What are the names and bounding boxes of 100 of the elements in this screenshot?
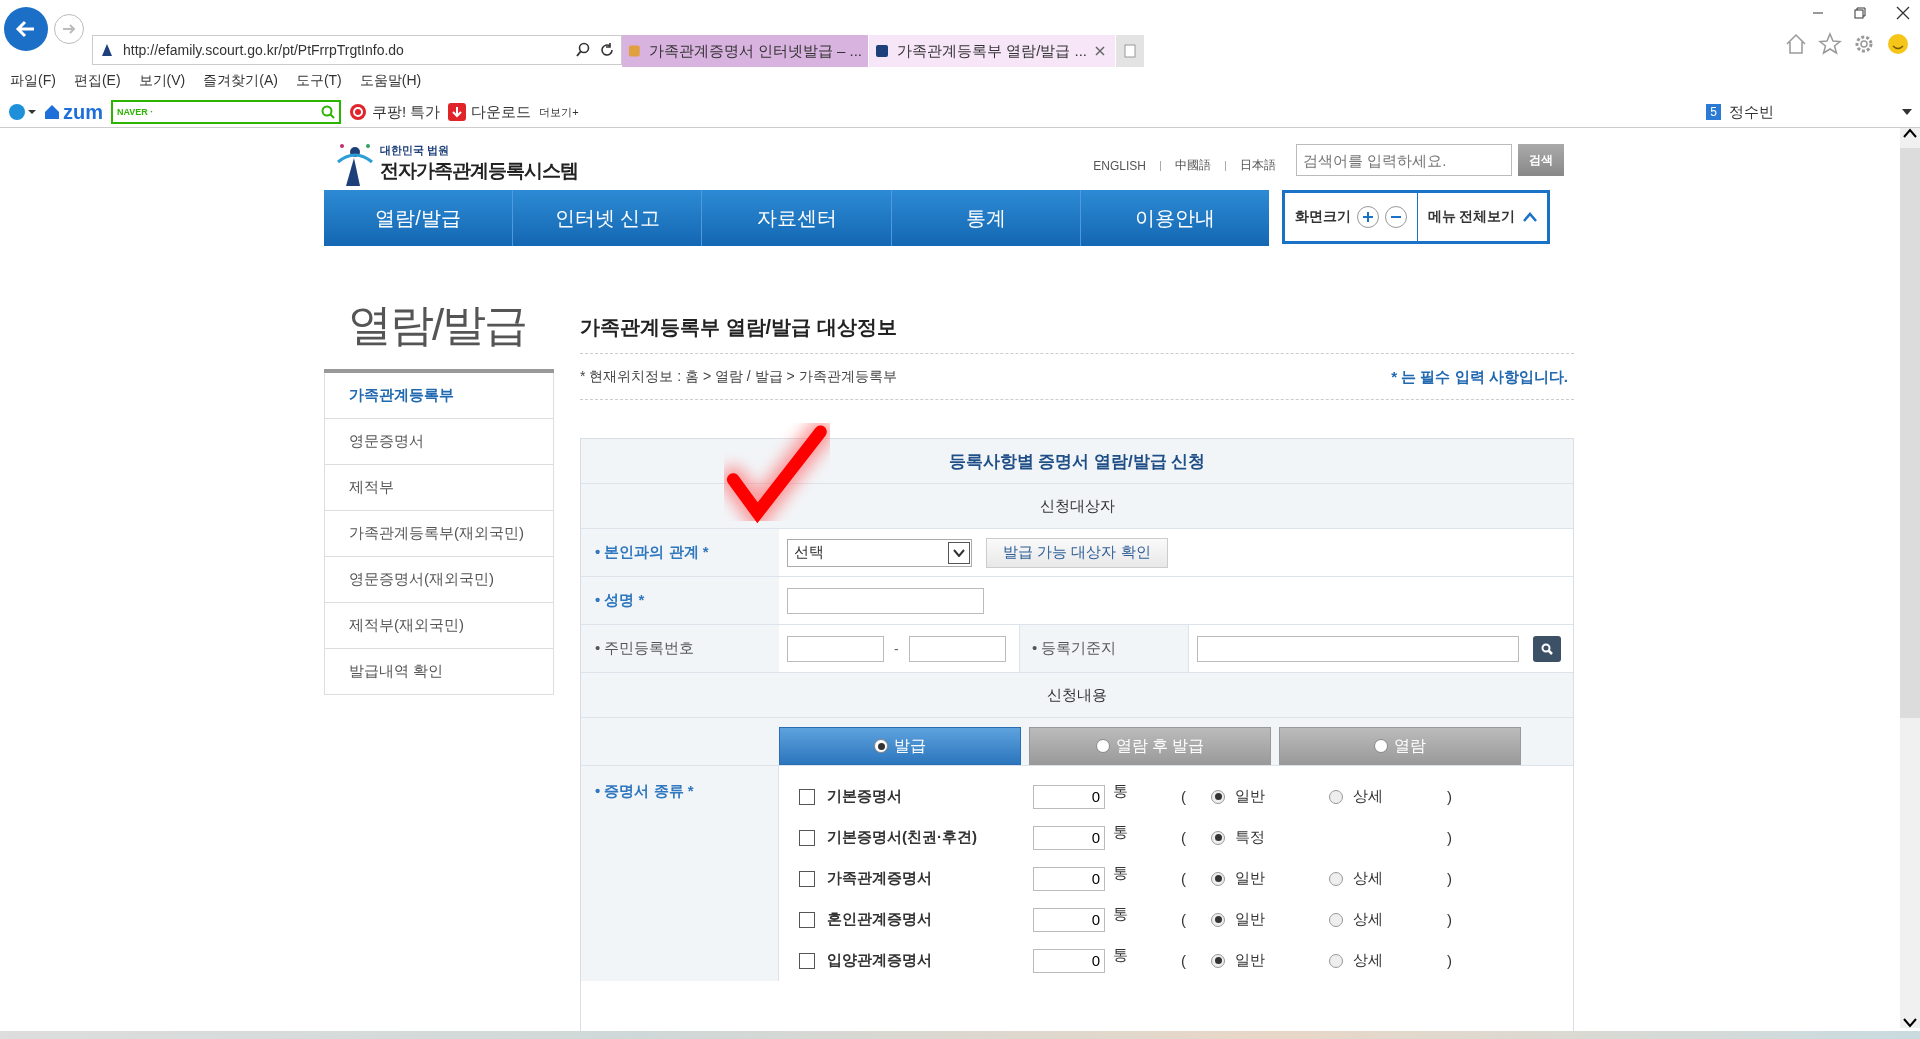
separator-dash: - <box>894 640 899 657</box>
field-label: • 주민등록번호 <box>581 625 779 672</box>
toolbar-link[interactable]: 쿠팡! 특가 <box>349 102 441 122</box>
section-title: 열람/발급 <box>324 296 554 373</box>
bracket: ( <box>1181 952 1187 969</box>
radio-button[interactable] <box>1211 871 1225 886</box>
copies-field[interactable]: 0 <box>1033 825 1105 850</box>
check-eligible-button[interactable]: 발급 가능 대상자 확인 <box>986 537 1168 568</box>
bracket: ) <box>1447 911 1452 928</box>
option-label: 일반 <box>1235 869 1265 888</box>
id-number-field[interactable] <box>908 635 1006 662</box>
radio-button[interactable] <box>1329 789 1343 804</box>
page-heading: 가족관계등록부 열람/발급 대상정보 <box>580 296 1574 354</box>
page-icon <box>99 42 115 58</box>
copies-field[interactable]: 0 <box>1033 784 1105 809</box>
browser-tab[interactable]: 가족관계증명서 인터넷발급 – ... <box>622 35 869 67</box>
scroll-down-icon[interactable] <box>1903 1018 1917 1028</box>
nav-item[interactable]: 열람/발급 <box>324 190 514 246</box>
sidebar-item[interactable]: 영문증명서 <box>324 419 554 465</box>
option-label: 상세 <box>1353 869 1383 888</box>
option-label: 일반 <box>1235 910 1265 929</box>
address-bar[interactable]: http://efamily.scourt.go.kr/pt/PtFrrpTrgtInfo.do <box>92 35 622 65</box>
required-note: * 는 필수 입력 사항입니다. <box>1391 368 1568 387</box>
zoom-out-button[interactable] <box>1385 206 1407 228</box>
radio-button[interactable] <box>1329 912 1343 927</box>
checkbox[interactable] <box>799 952 815 969</box>
browser-tab[interactable]: 가족관계등록부 열람/발급 ... <box>869 35 1116 67</box>
radio-button[interactable] <box>1211 953 1225 968</box>
radio-button[interactable] <box>1329 953 1343 968</box>
mode-tab[interactable]: 발급 <box>779 727 1021 765</box>
toolbar-link[interactable]: 다운로드 <box>448 102 532 122</box>
toolbar-link[interactable]: 더보기+ <box>539 104 579 120</box>
menu-item[interactable]: 즐겨찾기(A) <box>203 72 278 94</box>
registration-base-field[interactable] <box>1197 635 1519 662</box>
radio-button[interactable] <box>1211 789 1225 804</box>
sidebar-item[interactable]: 제적부 <box>324 465 554 511</box>
nav-item[interactable]: 자료센터 <box>702 190 892 246</box>
copies-field[interactable]: 0 <box>1033 866 1105 891</box>
bracket: ) <box>1447 788 1452 805</box>
menu-item[interactable]: 도움말(H) <box>359 72 422 94</box>
radio-button[interactable] <box>1211 912 1225 927</box>
unit-label: 통 <box>1112 946 1129 965</box>
menu-item[interactable]: 파일(F) <box>10 72 56 94</box>
checkbox[interactable] <box>799 788 815 805</box>
page-icon <box>875 44 889 58</box>
restore-icon[interactable] <box>1854 7 1866 19</box>
menu-item[interactable]: 보기(V) <box>138 72 186 94</box>
radio-button[interactable] <box>1211 830 1225 845</box>
page-icon <box>628 44 641 58</box>
sidebar-item[interactable]: 제적부(재외국민) <box>324 603 554 649</box>
site-logo-title[interactable]: 전자가족관계등록시스템 <box>380 157 578 184</box>
nav-item[interactable]: 통계 <box>891 190 1081 246</box>
id-number-field[interactable] <box>787 635 884 662</box>
zum-logo[interactable]: zum <box>44 100 103 124</box>
menu-item[interactable]: 도구(T) <box>295 72 342 94</box>
search-icon[interactable] <box>575 42 591 58</box>
sidebar-item[interactable]: 영문증명서(재외국민) <box>324 557 554 603</box>
unit-label: 통 <box>1112 823 1129 842</box>
smiley-icon[interactable] <box>1886 32 1910 56</box>
relation-dropdown[interactable]: 선택 <box>787 538 972 567</box>
radio-button[interactable] <box>1329 871 1343 886</box>
search-button[interactable] <box>1533 635 1561 662</box>
checkbox[interactable] <box>799 829 815 846</box>
sidebar-item[interactable]: 가족관계등록부(재외국민) <box>324 511 554 557</box>
unit-label: 통 <box>1112 864 1129 883</box>
download-icon <box>448 103 467 121</box>
copies-field[interactable]: 0 <box>1033 948 1105 973</box>
zoom-in-button[interactable] <box>1357 206 1379 228</box>
home-icon[interactable] <box>1784 32 1808 56</box>
dropdown-icon[interactable] <box>1902 109 1912 115</box>
close-icon[interactable] <box>1896 6 1910 20</box>
copies-field[interactable]: 0 <box>1033 907 1105 932</box>
search-brand: NAVER · <box>117 107 154 117</box>
language-link[interactable]: 中國語 <box>1175 157 1211 174</box>
browser-logo-icon[interactable] <box>8 103 36 121</box>
sidebar-item[interactable]: 발급내역 확인 <box>324 649 554 695</box>
field-label: • 증명서 종류 * <box>581 766 779 981</box>
refresh-icon[interactable] <box>599 42 615 58</box>
search-field[interactable]: 검색어를 입력하세요. <box>1296 144 1512 176</box>
name-field[interactable] <box>787 587 984 614</box>
nav-item[interactable]: 이용안내 <box>1080 190 1269 246</box>
checkbox[interactable] <box>799 911 815 928</box>
coupang-icon <box>349 103 367 121</box>
nav-item[interactable]: 인터넷 신고 <box>513 190 703 246</box>
scroll-up-icon[interactable] <box>1903 128 1917 138</box>
bracket: ( <box>1181 911 1187 928</box>
language-link[interactable]: 日本語 <box>1240 157 1276 174</box>
language-link[interactable]: ENGLISH <box>1093 158 1146 173</box>
menu-item[interactable]: 편집(E) <box>73 72 121 94</box>
section-header: 신청내용 <box>581 673 1573 718</box>
checkbox[interactable] <box>799 870 815 887</box>
all-menu-button[interactable]: 메뉴 전체보기 <box>1418 193 1547 241</box>
zoom-label: 화면크기 <box>1295 208 1351 226</box>
back-button[interactable] <box>4 7 48 51</box>
dropdown-icon <box>953 548 965 557</box>
scrollbar[interactable] <box>1900 128 1920 1028</box>
user-name[interactable]: 정수빈 <box>1729 102 1774 122</box>
star-icon[interactable] <box>1818 32 1842 56</box>
option-label: 상세 <box>1353 910 1383 929</box>
sidebar-item[interactable]: 가족관계등록부 <box>324 373 554 419</box>
